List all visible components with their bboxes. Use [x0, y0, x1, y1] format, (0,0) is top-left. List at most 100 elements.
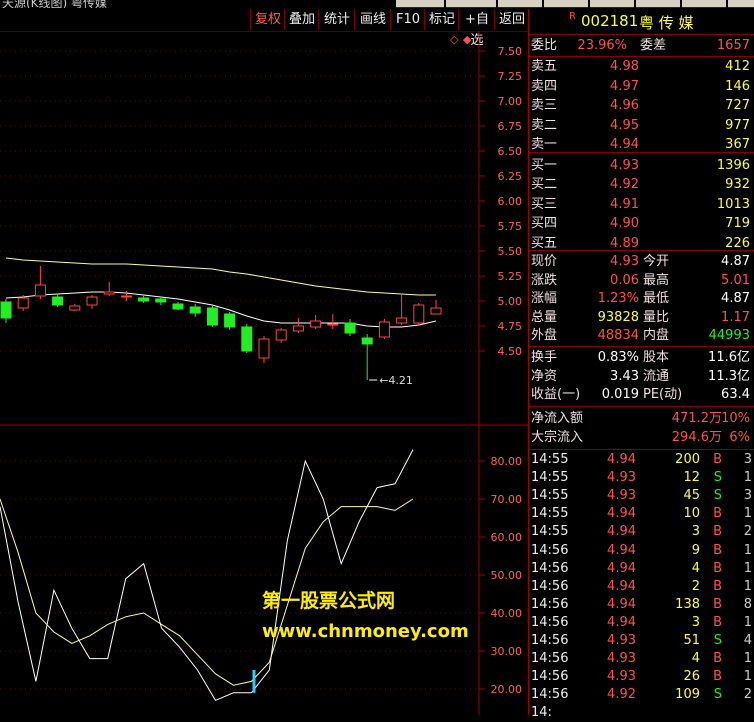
indicator-tick-label: 70.00: [491, 493, 523, 506]
tick-row[interactable]: 14:56 4.92 109 S 2: [529, 686, 754, 704]
tick-count: 2: [743, 687, 752, 703]
tick-row[interactable]: 14:56 4.93 4 B 1: [529, 650, 754, 668]
buy-level-row: 买一 4.93 1396: [529, 157, 754, 175]
buy-level-volume: 932: [725, 177, 750, 192]
top-menu-button-3[interactable]: [498, 0, 542, 8]
fundamental-value: 3.43: [610, 368, 639, 384]
divider: [529, 56, 754, 57]
tick-row[interactable]: 14:56 4.94 3 B 1: [529, 614, 754, 632]
tick-price: 4.94: [607, 614, 636, 630]
top-menu-button-6[interactable]: [636, 0, 680, 8]
mark-button[interactable]: 标记: [424, 9, 459, 30]
buy-level-label: 买三: [531, 196, 558, 212]
tick-row[interactable]: 14:56 4.94 9 B 1: [529, 542, 754, 560]
tick-list[interactable]: 14:55 4.94 200 B 3 14:55 4.93 12 S 1 14:55 4.93 45 S 3…: [529, 451, 754, 720]
sell-level-price: 4.98: [610, 59, 639, 74]
fundamental-value: 11.6亿: [708, 350, 750, 365]
tick-time: 14:56: [531, 687, 569, 703]
overlay-button[interactable]: 叠加: [284, 9, 319, 30]
sell-level-label: 卖五: [531, 59, 558, 74]
restore-rights-button[interactable]: 复权: [250, 9, 285, 30]
tick-row[interactable]: 14:55 4.93 45 S 3: [529, 487, 754, 505]
tick-side: B: [713, 614, 722, 630]
tick-count: 8: [743, 596, 752, 612]
diamond-icon[interactable]: ◇: [450, 33, 459, 46]
fundamental-value: 0.019: [601, 387, 639, 402]
tick-time: 14:55: [531, 452, 569, 467]
top-menu-button-8[interactable]: [728, 0, 754, 8]
stat-value: 48834: [597, 328, 639, 343]
candle-body: [258, 338, 270, 359]
tick-volume: 138: [675, 596, 700, 612]
divider: [529, 34, 754, 35]
statistics-button[interactable]: 统计: [318, 9, 355, 30]
back-button[interactable]: 返回: [494, 9, 529, 30]
tick-side: B: [713, 669, 722, 685]
capital-flow-row: 净流入额 471.2万 10%: [529, 410, 754, 428]
tick-row[interactable]: 14:55 4.94 200 B 3: [529, 451, 754, 469]
tick-row[interactable]: 14:: [529, 704, 754, 722]
indicator-tick-label: 80.00: [491, 455, 523, 468]
buy-level-label: 买四: [531, 216, 558, 231]
buy-level-row: 买三 4.91 1013: [529, 196, 754, 214]
tick-row[interactable]: 14:56 4.94 4 B 1: [529, 560, 754, 578]
price-tick-label: 7.50: [498, 45, 523, 58]
quote-stat-row: 涨跌 0.06 最高 5.01: [529, 272, 754, 290]
top-menu-button-1[interactable]: [396, 0, 444, 8]
tick-row[interactable]: 14:56 4.94 138 B 8: [529, 596, 754, 614]
tick-row[interactable]: 14:56 4.94 2 B 1: [529, 578, 754, 596]
buy-level-label: 买二: [531, 177, 558, 192]
candle-body: [224, 313, 236, 328]
stat-value: 1.17: [721, 309, 750, 325]
weicha-label: 委差: [640, 38, 667, 53]
candle-body: [172, 303, 184, 310]
weibi-label: 委比: [531, 38, 558, 53]
candle-body: [206, 307, 218, 326]
tick-row[interactable]: 14:55 4.94 10 B 1: [529, 505, 754, 523]
chart-toolbar: 复权 叠加 统计 画线 F10 标记 +自选 返回: [0, 9, 529, 48]
top-menu-button-5[interactable]: [590, 0, 634, 8]
tick-row[interactable]: 14:55 4.94 3 B 2: [529, 523, 754, 541]
fundamental-value: 11.3亿: [708, 368, 750, 384]
buy-level-volume: 719: [725, 216, 750, 231]
tick-price: 4.94: [607, 524, 636, 540]
f10-button[interactable]: F10: [390, 9, 425, 30]
stat-label: 涨跌: [531, 272, 558, 288]
price-tick-label: 5.00: [498, 295, 523, 308]
buy-level-volume: 1396: [716, 157, 750, 173]
tick-side: S: [713, 633, 722, 648]
price-tick-label: 5.75: [498, 220, 523, 233]
candle-body: [103, 291, 115, 295]
triangle-icon[interactable]: ◆: [463, 33, 472, 46]
top-menu-button-4[interactable]: [544, 0, 588, 8]
sell-level-row: 卖四 4.97 146: [529, 78, 754, 96]
sell-level-row: 卖五 4.98 412: [529, 58, 754, 76]
stat-label: 内盘: [643, 328, 670, 343]
weibi-value: 23.96%: [577, 38, 627, 53]
tick-row[interactable]: 14:56 4.93 51 S 4: [529, 632, 754, 650]
tick-time: 14:55: [531, 506, 569, 522]
divider: [529, 449, 754, 450]
draw-line-button[interactable]: 画线: [354, 9, 391, 30]
tick-row[interactable]: 14:55 4.93 12 S 1: [529, 469, 754, 487]
tick-price: 4.94: [607, 596, 636, 612]
tick-time: 14:56: [531, 578, 569, 594]
stat-label: 涨幅: [531, 291, 558, 306]
tick-volume: 10: [683, 506, 700, 522]
capital-flow-row: 大宗流入 294.6万 6%: [529, 429, 754, 447]
candle-body: [378, 321, 390, 338]
tick-price: 4.94: [607, 506, 636, 522]
sell-level-label: 卖二: [531, 117, 558, 133]
top-menu-button-2[interactable]: [446, 0, 496, 8]
fundamental-label: 股本: [643, 350, 670, 365]
divider: [529, 406, 754, 407]
candle-body: [189, 306, 201, 314]
candle-body: [413, 304, 425, 324]
candle-body: [361, 337, 373, 345]
add-favorite-button[interactable]: +自选: [458, 9, 495, 48]
tick-row[interactable]: 14:56 4.93 26 B 1: [529, 668, 754, 686]
stat-value: 0.06: [610, 272, 639, 288]
stat-value: 4.87: [721, 291, 750, 306]
top-menu-button-7[interactable]: [682, 0, 726, 8]
tick-volume: 4: [691, 560, 700, 576]
